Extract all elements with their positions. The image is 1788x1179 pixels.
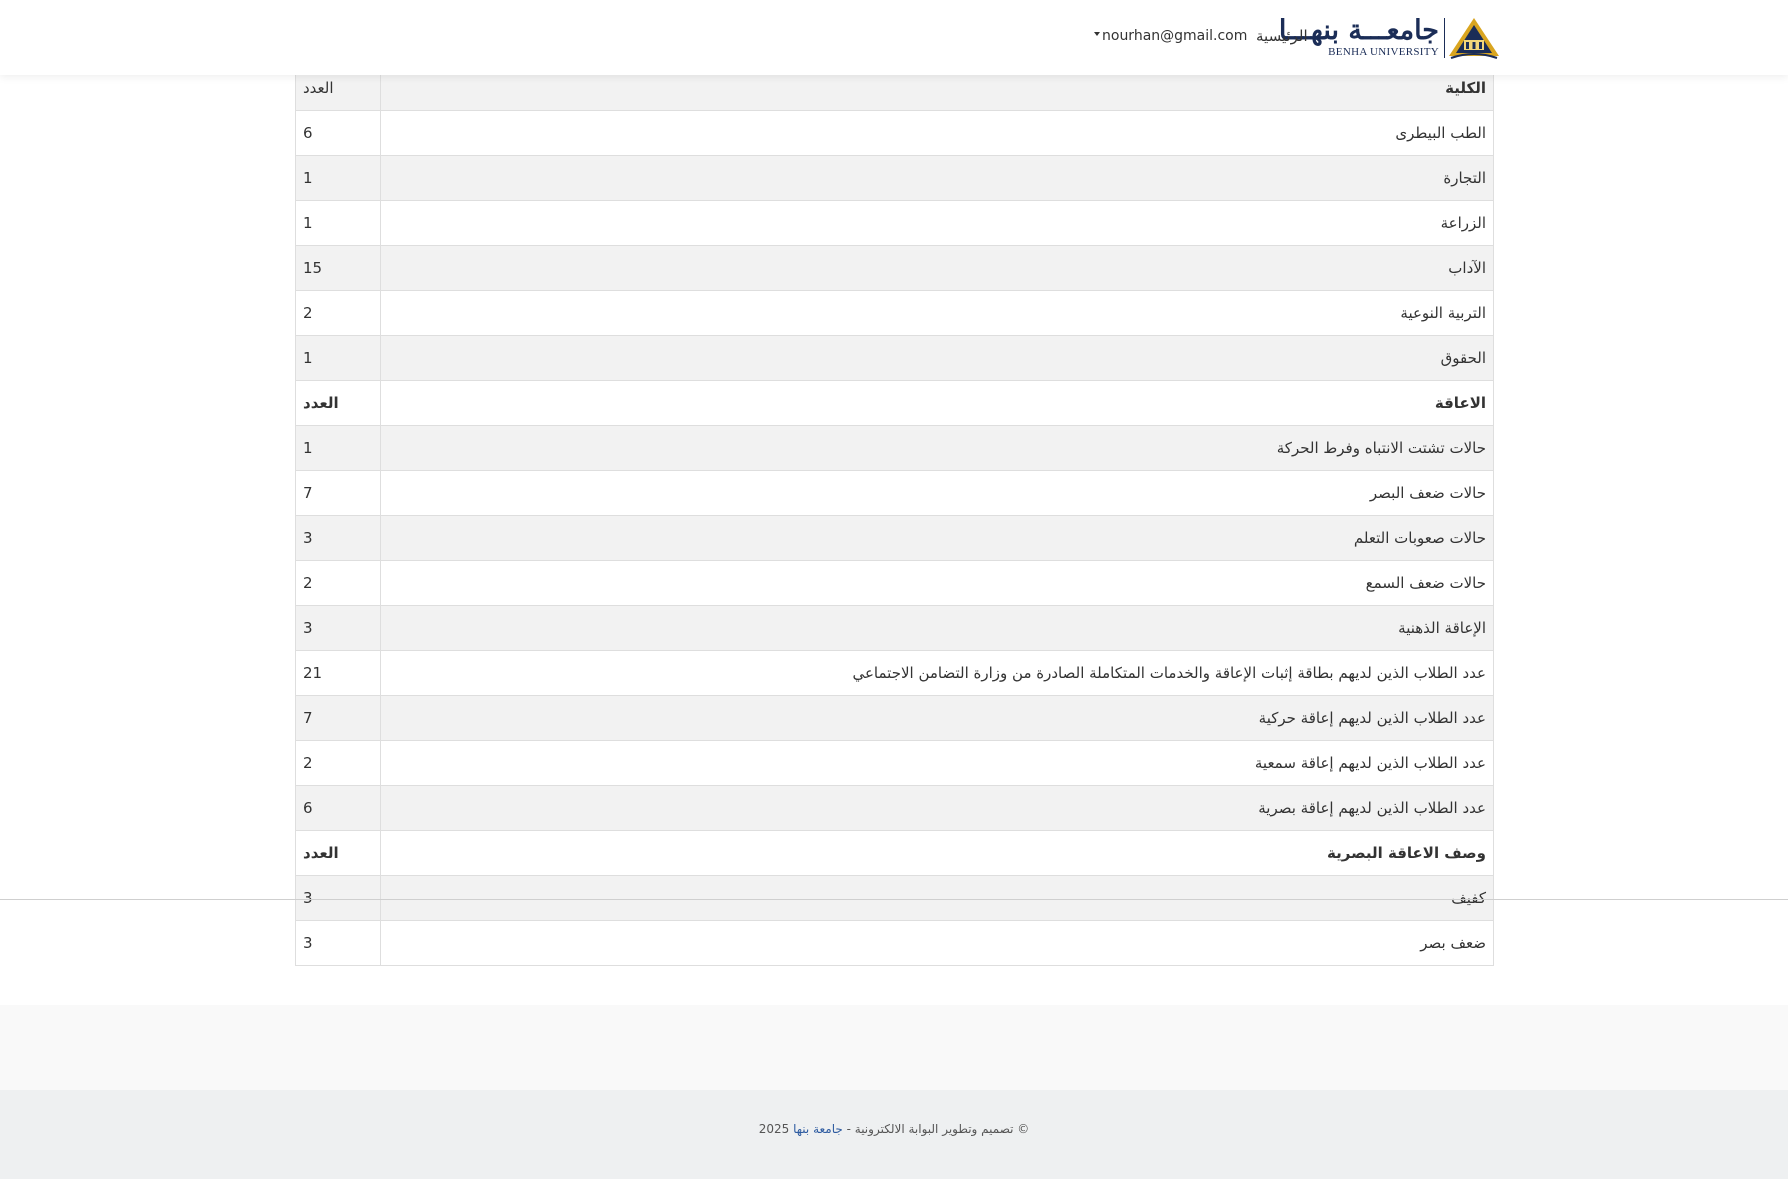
university-logo-icon: [1449, 18, 1499, 59]
table-cell-count: 1: [295, 335, 381, 381]
table-header-row-visual: وصف الاعاقة البصرية العدد: [295, 830, 1494, 876]
table-row: عدد الطلاب الذين لديهم إعاقة سمعية 2: [295, 740, 1494, 786]
table-cell-count: 2: [295, 290, 381, 336]
university-brand[interactable]: جامعـــة بنهـــا BENHA UNIVERSITY: [1279, 16, 1501, 60]
table-row: عدد الطلاب الذين لديهم إعاقة بصرية 6: [295, 785, 1494, 831]
table-cell-label: عدد الطلاب الذين لديهم بطاقة إثبات الإعا…: [380, 650, 1494, 696]
table-row: التجارة 1: [295, 155, 1494, 201]
table-cell-label: حالات تشتت الانتباه وفرط الحركة: [380, 425, 1494, 471]
chevron-down-icon: [1094, 32, 1100, 36]
table-cell-label: حالات صعوبات التعلم: [380, 515, 1494, 561]
table-cell-count: 3: [295, 875, 381, 921]
table-cell-count: 7: [295, 470, 381, 516]
table-row: ضعف بصر 3: [295, 920, 1494, 966]
table-row: حالات تشتت الانتباه وفرط الحركة 1: [295, 425, 1494, 471]
table-row: الطب البيطرى 6: [295, 110, 1494, 156]
table-cell-count: 1: [295, 425, 381, 471]
table-cell-count: 6: [295, 785, 381, 831]
table-cell-label: الآداب: [380, 245, 1494, 291]
footer-copyright: © تصميم وتطوير البوابة الالكترونية - جام…: [0, 1122, 1788, 1136]
table-header-cell: الاعاقة: [380, 380, 1494, 426]
table-row: حالات ضعف البصر 7: [295, 470, 1494, 516]
table-row: عدد الطلاب الذين لديهم بطاقة إثبات الإعا…: [295, 650, 1494, 696]
table-cell-count: 3: [295, 515, 381, 561]
table-row: حالات ضعف السمع 2: [295, 560, 1494, 606]
table-cell-label: الزراعة: [380, 200, 1494, 246]
table-cell-count: 2: [295, 740, 381, 786]
top-navbar: جامعـــة بنهـــا BENHA UNIVERSITY الرئيس…: [0, 0, 1788, 75]
table-row: عدد الطلاب الذين لديهم إعاقة حركية 7: [295, 695, 1494, 741]
table-cell-count: 3: [295, 605, 381, 651]
table-cell-label: حالات ضعف البصر: [380, 470, 1494, 516]
table-cell-count: 1: [295, 155, 381, 201]
table-cell-count: 2: [295, 560, 381, 606]
table-cell-count: 6: [295, 110, 381, 156]
table-row: الزراعة 1: [295, 200, 1494, 246]
table-cell-label: ضعف بصر: [380, 920, 1494, 966]
statistics-table: الكلية العدد الطب البيطرى 6 التجارة 1 ال…: [295, 65, 1494, 966]
content-bottom-spacer: [0, 1005, 1788, 1090]
table-row: الإعاقة الذهنية 3: [295, 605, 1494, 651]
table-cell-label: التجارة: [380, 155, 1494, 201]
divider-line: [0, 899, 1788, 900]
table-header-cell: وصف الاعاقة البصرية: [380, 830, 1494, 876]
table-cell-label: التربية النوعية: [380, 290, 1494, 336]
table-cell-count: 7: [295, 695, 381, 741]
table-cell-count: 15: [295, 245, 381, 291]
table-header-row-disability: الاعاقة العدد: [295, 380, 1494, 426]
user-email: nourhan@gmail.com: [1102, 28, 1248, 44]
table-cell-label: حالات ضعف السمع: [380, 560, 1494, 606]
table-cell-label: الحقوق: [380, 335, 1494, 381]
table-header-cell: العدد: [295, 830, 381, 876]
table-cell-label: عدد الطلاب الذين لديهم إعاقة بصرية: [380, 785, 1494, 831]
nav-home-link[interactable]: الرئيسية: [1256, 27, 1308, 45]
table-row: حالات صعوبات التعلم 3: [295, 515, 1494, 561]
table-cell-label: عدد الطلاب الذين لديهم إعاقة سمعية: [380, 740, 1494, 786]
brand-separator: [1444, 18, 1445, 58]
table-cell-label: الإعاقة الذهنية: [380, 605, 1494, 651]
table-row: كفيف 3: [295, 875, 1494, 921]
table-cell-count: 21: [295, 650, 381, 696]
statistics-table-container: الكلية العدد الطب البيطرى 6 التجارة 1 ال…: [295, 65, 1494, 966]
table-header-cell: العدد: [295, 380, 381, 426]
user-menu-dropdown[interactable]: nourhan@gmail.com: [1094, 28, 1247, 44]
table-cell-label: الطب البيطرى: [380, 110, 1494, 156]
table-cell-label: كفيف: [380, 875, 1494, 921]
footer-year: 2025: [758, 1122, 794, 1136]
table-row: الآداب 15: [295, 245, 1494, 291]
table-cell-count: 1: [295, 200, 381, 246]
table-row: التربية النوعية 2: [295, 290, 1494, 336]
footer-prefix: © تصميم وتطوير البوابة الالكترونية -: [842, 1122, 1030, 1136]
brand-english-name: BENHA UNIVERSITY: [1328, 46, 1439, 58]
table-cell-count: 3: [295, 920, 381, 966]
footer-university-link[interactable]: جامعة بنها: [793, 1122, 843, 1136]
page-footer: © تصميم وتطوير البوابة الالكترونية - جام…: [0, 1090, 1788, 1179]
table-row: الحقوق 1: [295, 335, 1494, 381]
table-cell-label: عدد الطلاب الذين لديهم إعاقة حركية: [380, 695, 1494, 741]
